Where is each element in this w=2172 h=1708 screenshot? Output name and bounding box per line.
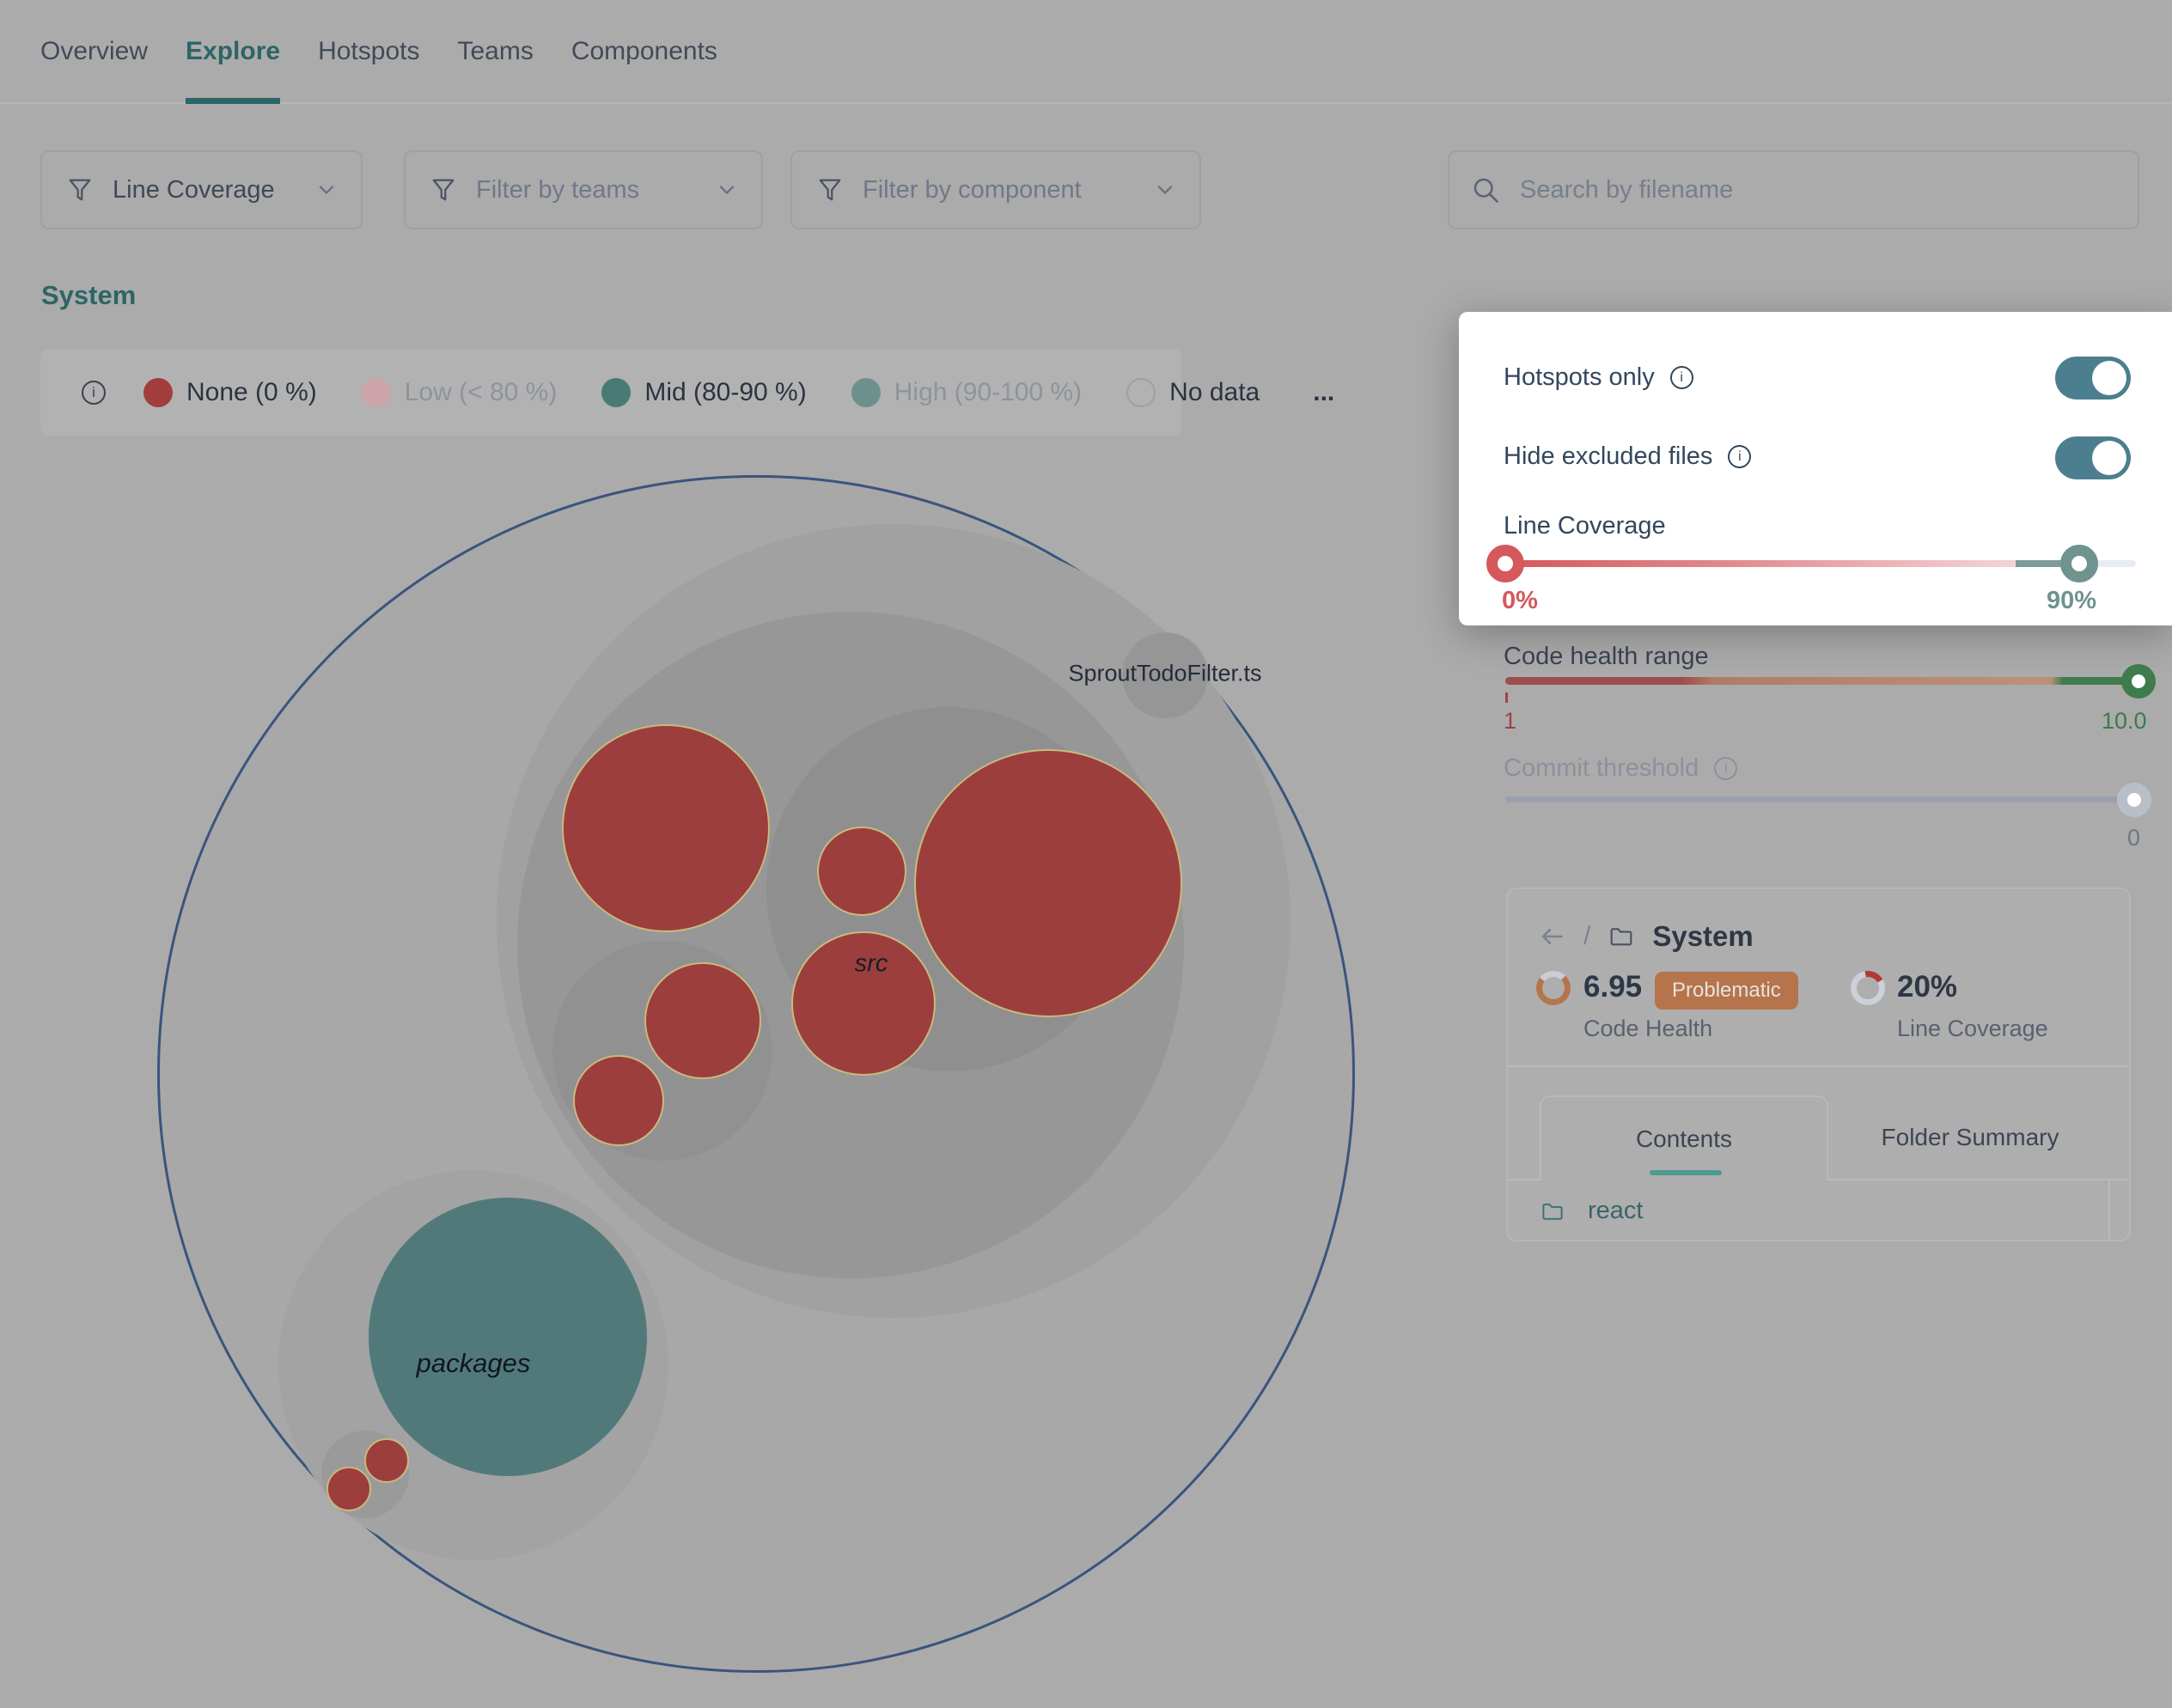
tab-explore[interactable]: Explore	[186, 0, 280, 102]
legend-item-none[interactable]: None (0 %)	[143, 378, 317, 407]
folder-icon	[1540, 1199, 1565, 1224]
code-health-badge: Problematic	[1655, 972, 1798, 1010]
funnel-icon	[64, 174, 95, 205]
code-health-donut	[1536, 971, 1571, 1005]
bubble-hotspot-small-left[interactable]	[573, 1055, 664, 1146]
legend-dot-high	[851, 378, 881, 407]
filename-search	[1448, 150, 2139, 229]
line-coverage-slider-fill	[1504, 560, 2016, 567]
hide-excluded-toggle[interactable]	[2055, 436, 2131, 479]
bubble-hotspot-small-top[interactable]	[817, 827, 906, 916]
code-health-min-value: 1	[1504, 708, 1516, 735]
display-options-panel: Hotspots only Hide excluded files Line C…	[1459, 312, 2172, 625]
teams-filter-dropdown[interactable]: Filter by teams	[404, 150, 763, 229]
line-coverage-max-value: 90%	[2047, 587, 2096, 615]
tab-folder-summary[interactable]: Folder Summary	[1828, 1095, 2112, 1179]
commit-threshold-slider-track[interactable]	[1505, 796, 2138, 802]
legend-dot-low	[362, 378, 391, 407]
legend-dot-mid	[601, 378, 631, 407]
list-scrollbar-gutter[interactable]	[2108, 1180, 2110, 1241]
legend-item-nodata[interactable]: No data	[1126, 378, 1260, 407]
card-title: System	[1652, 920, 1753, 953]
hotspots-only-label: Hotspots only	[1504, 363, 1693, 392]
legend-info-icon[interactable]	[82, 381, 106, 405]
search-input[interactable]	[1520, 176, 2035, 204]
chart-label-packages[interactable]: packages	[417, 1348, 531, 1379]
top-nav: Overview Explore Hotspots Teams Componen…	[0, 0, 2172, 104]
bubble-packages[interactable]	[369, 1198, 647, 1476]
breadcrumb-separator: /	[1583, 922, 1590, 951]
code-health-value: 6.95	[1583, 970, 1642, 1004]
tab-overview[interactable]: Overview	[40, 0, 148, 102]
legend-dot-none	[143, 378, 173, 407]
card-header: / System	[1537, 920, 1754, 953]
bubble-hotspot-large-right[interactable]	[914, 749, 1182, 1017]
commit-threshold-handle[interactable]	[2117, 783, 2151, 817]
code-health-min-tick	[1505, 692, 1508, 703]
tab-contents[interactable]: Contents	[1540, 1095, 1828, 1180]
folder-icon	[1608, 923, 1635, 950]
line-coverage-value: 20%	[1897, 970, 1957, 1004]
legend-item-high[interactable]: High (90-100 %)	[851, 378, 1082, 407]
funnel-icon	[428, 174, 459, 205]
code-health-slider-track[interactable]	[1505, 677, 2139, 685]
back-arrow-icon[interactable]	[1537, 922, 1566, 951]
search-icon	[1470, 174, 1501, 205]
legend-item-mid[interactable]: Mid (80-90 %)	[601, 378, 806, 407]
code-health-max-handle[interactable]	[2121, 664, 2156, 698]
funnel-icon	[814, 174, 845, 205]
commit-threshold-value: 0	[2127, 825, 2140, 851]
coverage-legend: None (0 %) Low (< 80 %) Mid (80-90 %) Hi…	[40, 349, 1181, 436]
chevron-down-icon	[715, 178, 739, 202]
bubble-hotspot-tiny-1[interactable]	[364, 1438, 409, 1483]
tab-hotspots[interactable]: Hotspots	[318, 0, 419, 102]
line-coverage-label: Line Coverage	[1897, 1016, 2048, 1042]
legend-item-low[interactable]: Low (< 80 %)	[362, 378, 558, 407]
chevron-down-icon	[314, 178, 339, 202]
info-icon[interactable]	[1714, 757, 1737, 780]
active-tab-underline	[1650, 1170, 1722, 1175]
chart-label-file[interactable]: SproutTodoFilter.ts	[1068, 661, 1261, 687]
chevron-down-icon	[1153, 178, 1177, 202]
info-icon[interactable]	[1728, 445, 1751, 468]
line-coverage-min-value: 0%	[1502, 587, 1538, 615]
code-health-max-value: 10.0	[2102, 708, 2147, 735]
view-title: System	[41, 280, 136, 311]
teams-filter-placeholder: Filter by teams	[476, 176, 639, 204]
component-filter-dropdown[interactable]: Filter by component	[790, 150, 1201, 229]
active-tab-underline	[186, 98, 280, 104]
component-filter-placeholder: Filter by component	[863, 176, 1082, 204]
hotspots-only-toggle[interactable]	[2055, 357, 2131, 400]
chart-label-src[interactable]: src	[855, 950, 888, 979]
tab-teams[interactable]: Teams	[457, 0, 533, 102]
filter-primary-label: Line Coverage	[113, 176, 275, 204]
contents-row-react[interactable]: react	[1508, 1180, 2129, 1241]
legend-dot-nodata	[1126, 378, 1156, 407]
line-coverage-donut	[1851, 971, 1885, 1005]
code-health-label: Code Health	[1583, 1016, 1712, 1042]
bubble-hotspot-mid-left[interactable]	[644, 962, 761, 1079]
hide-excluded-label: Hide excluded files	[1504, 442, 1751, 471]
line-coverage-slider-label: Line Coverage	[1504, 512, 1666, 540]
card-divider	[1508, 1065, 2129, 1067]
legend-more[interactable]: ...	[1313, 378, 1334, 407]
commit-threshold-label: Commit threshold	[1504, 754, 1737, 783]
code-health-range-label: Code health range	[1504, 643, 1709, 671]
bubble-hotspot-tiny-2[interactable]	[326, 1467, 371, 1511]
explore-page: Overview Explore Hotspots Teams Componen…	[0, 0, 2172, 1708]
toggle-knob	[2092, 361, 2126, 395]
bubble-hotspot-large-left[interactable]	[562, 724, 770, 932]
toggle-knob	[2092, 441, 2126, 475]
info-icon[interactable]	[1670, 366, 1693, 389]
tab-components[interactable]: Components	[571, 0, 717, 102]
system-details-card: / System 6.95 Problematic Code Health 20…	[1506, 888, 2131, 1241]
line-coverage-min-handle[interactable]	[1486, 545, 1524, 583]
visualization-filter-dropdown[interactable]: Line Coverage	[40, 150, 363, 229]
line-coverage-max-handle[interactable]	[2060, 545, 2098, 583]
